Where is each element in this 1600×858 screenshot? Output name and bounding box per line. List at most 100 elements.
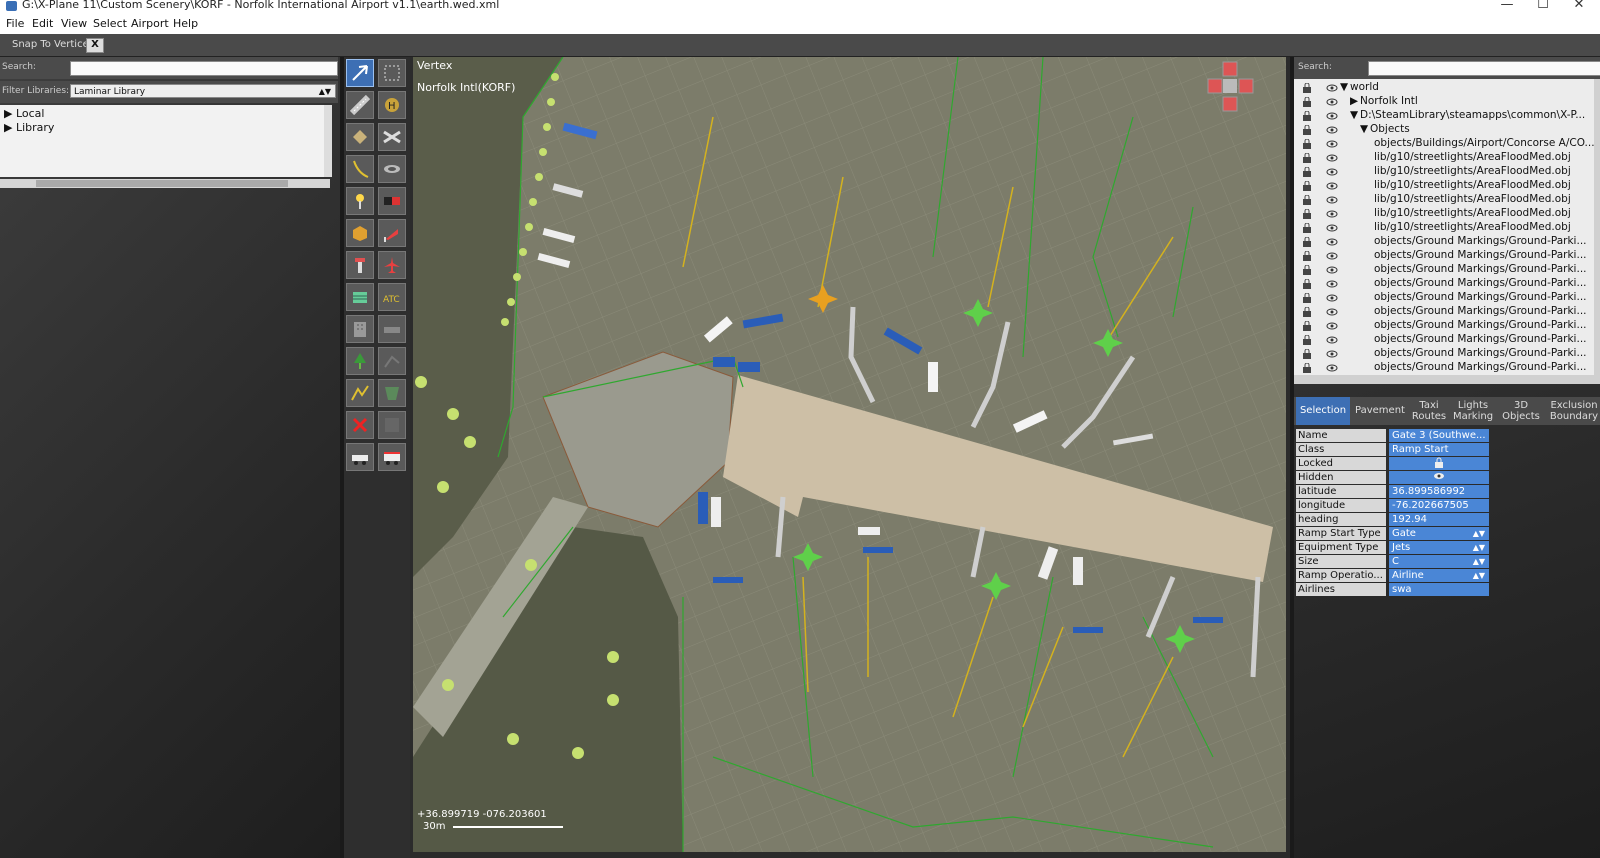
- lock-icon[interactable]: [1302, 264, 1312, 275]
- hierarchy-row[interactable]: lib/g10/streetlights/AreaFloodMed.obj: [1294, 207, 1594, 221]
- tree-item-library[interactable]: ▶ Library: [4, 121, 54, 134]
- tab-selection[interactable]: Selection: [1296, 397, 1350, 425]
- library-search-input[interactable]: [70, 61, 338, 76]
- close-button[interactable]: ✕: [1564, 0, 1594, 12]
- sealane-tool[interactable]: [346, 123, 374, 151]
- eye-icon[interactable]: [1326, 293, 1338, 303]
- hole-tool[interactable]: [378, 155, 406, 183]
- atc-tool[interactable]: ATC: [378, 283, 406, 311]
- lock-icon[interactable]: [1302, 348, 1312, 359]
- hierarchy-row[interactable]: ▶ Norfolk Intl: [1294, 95, 1594, 109]
- lock-icon[interactable]: [1302, 124, 1312, 135]
- lock-icon[interactable]: [1302, 82, 1312, 93]
- hierarchy-row[interactable]: lib/g10/streetlights/AreaFloodMed.obj: [1294, 179, 1594, 193]
- hierarchy-row[interactable]: lib/g10/streetlights/AreaFloodMed.obj: [1294, 151, 1594, 165]
- hierarchy-row[interactable]: ▼ Objects: [1294, 123, 1594, 137]
- facade-tool[interactable]: [346, 283, 374, 311]
- eye-icon[interactable]: [1326, 223, 1338, 233]
- light-fixture-tool[interactable]: [346, 187, 374, 215]
- property-value-airlines[interactable]: swa: [1389, 583, 1489, 596]
- expand-arrow-icon[interactable]: ▶: [1350, 95, 1358, 107]
- library-horizontal-scrollbar[interactable]: [0, 179, 330, 188]
- hierarchy-row[interactable]: lib/g10/streetlights/AreaFloodMed.obj: [1294, 165, 1594, 179]
- lock-icon[interactable]: [1302, 292, 1312, 303]
- snap-to-vertices-toggle[interactable]: X: [86, 38, 104, 53]
- hierarchy-row[interactable]: objects/Ground Markings/Ground-Parki...: [1294, 305, 1594, 319]
- lock-icon[interactable]: [1302, 166, 1312, 177]
- eye-icon[interactable]: [1326, 111, 1338, 121]
- hierarchy-row[interactable]: lib/g10/streetlights/AreaFloodMed.obj: [1294, 193, 1594, 207]
- menu-file[interactable]: File: [6, 17, 24, 30]
- hierarchy-row[interactable]: objects/Ground Markings/Ground-Parki...: [1294, 291, 1594, 305]
- eye-icon[interactable]: [1326, 363, 1338, 373]
- hierarchy-row[interactable]: objects/Ground Markings/Ground-Parki...: [1294, 277, 1594, 291]
- eye-icon[interactable]: [1326, 153, 1338, 163]
- eye-icon[interactable]: [1326, 251, 1338, 261]
- hierarchy-horizontal-scrollbar[interactable]: [1294, 375, 1600, 384]
- lock-icon[interactable]: [1302, 362, 1312, 373]
- hierarchy-row[interactable]: objects/Ground Markings/Ground-Parki...: [1294, 263, 1594, 277]
- map-view[interactable]: Vertex Norfolk Intl(KORF) +36.899719 -07…: [413, 57, 1286, 852]
- expand-arrow-icon[interactable]: ▶: [4, 107, 16, 120]
- string-tool[interactable]: [378, 315, 406, 343]
- building-tool[interactable]: [346, 315, 374, 343]
- windsock-tool[interactable]: [378, 219, 406, 247]
- airport-map-canvas[interactable]: [413, 57, 1286, 852]
- lock-icon[interactable]: [1302, 152, 1312, 163]
- lock-icon[interactable]: [1302, 236, 1312, 247]
- hierarchy-row[interactable]: objects/Ground Markings/Ground-Parki...: [1294, 333, 1594, 347]
- hierarchy-row[interactable]: objects/Ground Markings/Ground-Parki...: [1294, 319, 1594, 333]
- eye-icon[interactable]: [1326, 265, 1338, 275]
- collapse-arrow-icon[interactable]: ▼: [1350, 109, 1358, 121]
- collapse-arrow-icon[interactable]: ▼: [1360, 123, 1368, 135]
- property-value-name[interactable]: Gate 3 (Southwe...: [1389, 429, 1489, 442]
- taxiway-tool[interactable]: [378, 123, 406, 151]
- truck-parking-tool[interactable]: [378, 443, 406, 471]
- scrollbar-thumb[interactable]: [36, 180, 288, 187]
- lock-icon[interactable]: [1302, 222, 1312, 233]
- eye-icon[interactable]: [1326, 237, 1338, 247]
- helipad-tool[interactable]: H: [378, 91, 406, 119]
- minimize-button[interactable]: —: [1492, 0, 1522, 12]
- boundary-tool[interactable]: [378, 411, 406, 439]
- eye-icon[interactable]: [1326, 139, 1338, 149]
- eye-icon[interactable]: [1326, 125, 1338, 135]
- hierarchy-search-input[interactable]: [1368, 61, 1600, 76]
- polygon-line-tool[interactable]: [346, 379, 374, 407]
- hierarchy-row[interactable]: objects/Ground Markings/Ground-Parki...: [1294, 361, 1594, 375]
- property-value-latitude[interactable]: 36.899586992: [1389, 485, 1489, 498]
- object-tool[interactable]: [346, 219, 374, 247]
- tree-item-local[interactable]: ▶ Local: [4, 107, 44, 120]
- property-value-heading[interactable]: 192.94: [1389, 513, 1489, 526]
- tab-taxi-routes[interactable]: Taxi Routes: [1410, 397, 1448, 425]
- eye-icon[interactable]: [1326, 321, 1338, 331]
- forest-tool[interactable]: [346, 347, 374, 375]
- menu-select[interactable]: Select: [93, 17, 127, 30]
- eye-icon[interactable]: [1326, 181, 1338, 191]
- property-value-ramp-start-type[interactable]: Gate ▲▼: [1389, 527, 1489, 540]
- lock-icon[interactable]: [1302, 306, 1312, 317]
- expand-arrow-icon[interactable]: ▶: [4, 121, 16, 134]
- eye-icon[interactable]: [1326, 195, 1338, 205]
- hierarchy-row[interactable]: objects/Ground Markings/Ground-Parki...: [1294, 347, 1594, 361]
- menu-airport[interactable]: Airport: [131, 17, 169, 30]
- route-tool[interactable]: [346, 443, 374, 471]
- runway-tool[interactable]: [346, 91, 374, 119]
- hierarchy-row[interactable]: ▼ world: [1294, 81, 1594, 95]
- lock-icon[interactable]: [1302, 334, 1312, 345]
- property-value-locked[interactable]: [1389, 457, 1489, 470]
- hierarchy-row[interactable]: objects/Ground Markings/Ground-Parki...: [1294, 235, 1594, 249]
- tab-pavement[interactable]: Pavement: [1352, 397, 1408, 425]
- property-value-size[interactable]: C ▲▼: [1389, 555, 1489, 568]
- library-vertical-scrollbar[interactable]: [324, 105, 332, 177]
- lock-icon[interactable]: [1302, 180, 1312, 191]
- eye-icon[interactable]: [1326, 167, 1338, 177]
- eye-icon[interactable]: [1326, 349, 1338, 359]
- lock-icon[interactable]: [1302, 194, 1312, 205]
- eye-icon[interactable]: [1326, 307, 1338, 317]
- draped-polygon-tool[interactable]: [378, 379, 406, 407]
- property-value-longitude[interactable]: -76.202667505: [1389, 499, 1489, 512]
- marquee-tool[interactable]: [378, 59, 406, 87]
- hierarchy-row[interactable]: objects/Ground Markings/Ground-Parki...: [1294, 249, 1594, 263]
- eye-icon[interactable]: [1326, 279, 1338, 289]
